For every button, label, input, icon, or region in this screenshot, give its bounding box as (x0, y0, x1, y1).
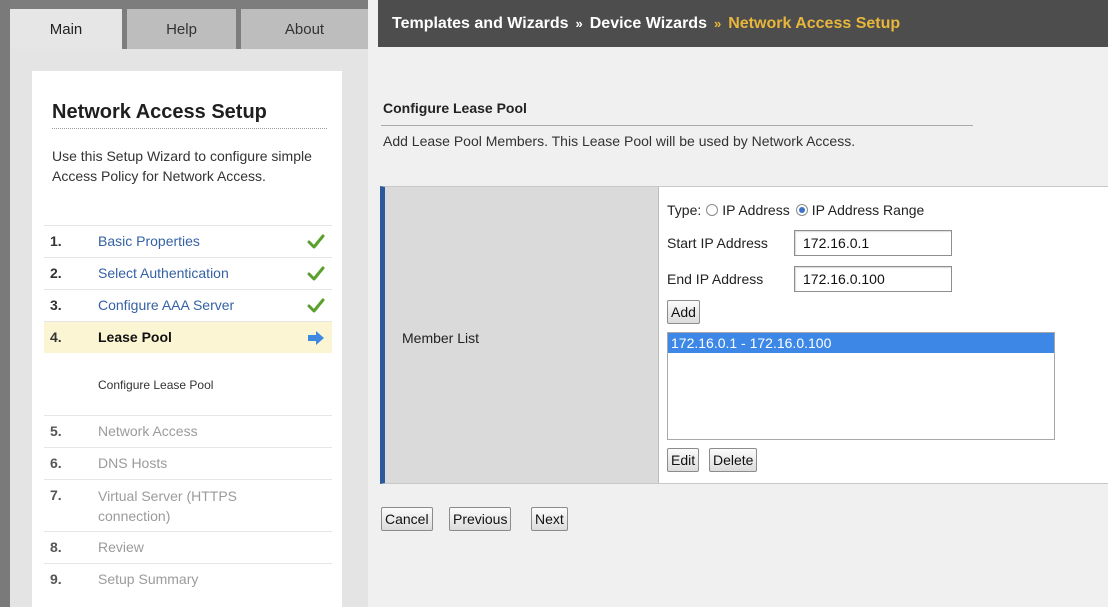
tab-about[interactable]: About (241, 9, 368, 49)
breadcrumb-current: Network Access Setup (728, 15, 901, 32)
radio-ip-address-range-label[interactable]: IP Address Range (812, 202, 925, 218)
breadcrumb-device-wizards[interactable]: Device Wizards (590, 15, 707, 32)
step-label: DNS Hosts (98, 455, 168, 471)
step-number: 1. (50, 233, 62, 249)
check-icon (307, 298, 325, 313)
tab-bar: Main Help About (10, 0, 368, 49)
end-ip-label: End IP Address (667, 271, 764, 287)
step-label: Virtual Server (HTTPS connection) (98, 488, 237, 524)
edit-button[interactable]: Edit (667, 448, 700, 472)
left-panel: Main Help About Network Access Setup Use… (10, 0, 368, 607)
section-divider (381, 125, 973, 126)
wizard-step-configure-aaa-server[interactable]: 3. Configure AAA Server (44, 289, 332, 321)
end-ip-input[interactable] (794, 266, 952, 292)
step-label[interactable]: Basic Properties (98, 233, 200, 249)
previous-button[interactable]: Previous (449, 507, 512, 531)
wizard-step-select-authentication[interactable]: 2. Select Authentication (44, 257, 332, 289)
check-icon (307, 266, 325, 281)
wizard-step-setup-summary: 9. Setup Summary (44, 563, 332, 595)
member-list-form: Member List Type: IP Address IP Address … (380, 186, 1108, 484)
radio-ip-address-label[interactable]: IP Address (722, 202, 789, 218)
start-ip-label: Start IP Address (667, 235, 768, 251)
step-number: 5. (50, 423, 62, 439)
breadcrumb-templates-and-wizards[interactable]: Templates and Wizards (392, 15, 569, 32)
wizard-step-lease-pool[interactable]: 4. Lease Pool (44, 321, 332, 353)
member-list-label: Member List (402, 330, 480, 346)
delete-button[interactable]: Delete (709, 448, 758, 472)
start-ip-input[interactable] (794, 230, 952, 256)
step-number: 4. (50, 329, 62, 345)
cancel-button[interactable]: Cancel (381, 507, 433, 531)
breadcrumb: Templates and Wizards » Device Wizards » Net… (378, 0, 1108, 47)
tab-main[interactable]: Main (10, 9, 122, 49)
step-number: 3. (50, 297, 62, 313)
step-label[interactable]: Configure AAA Server (98, 297, 234, 313)
member-list-editor: Type: IP Address IP Address Range Start … (658, 187, 1108, 483)
type-label: Type: (667, 202, 702, 218)
type-selector: Type: IP Address IP Address Range (667, 202, 924, 218)
step-label: Network Access (98, 423, 198, 439)
wizard-step-network-access: 5. Network Access (44, 415, 332, 447)
tab-help[interactable]: Help (127, 9, 236, 49)
window-edge (0, 0, 10, 607)
wizard-step-basic-properties[interactable]: 1. Basic Properties (44, 225, 332, 257)
next-button[interactable]: Next (531, 507, 568, 531)
wizard-step-review: 8. Review (44, 531, 332, 563)
step-label: Setup Summary (98, 571, 199, 587)
step-number: 2. (50, 265, 62, 281)
member-listbox[interactable]: 172.16.0.1 - 172.16.0.100 (667, 332, 1055, 440)
wizard-step-dns-hosts: 6. DNS Hosts (44, 447, 332, 479)
step-number: 8. (50, 539, 62, 555)
radio-ip-address[interactable] (706, 204, 719, 216)
step-number: 6. (50, 455, 62, 471)
breadcrumb-separator: » (575, 16, 583, 31)
list-item[interactable]: 172.16.0.1 - 172.16.0.100 (668, 333, 1054, 353)
radio-ip-address-range[interactable] (795, 204, 808, 216)
step-label: Lease Pool (98, 329, 172, 345)
sub-step-configure-lease-pool: Configure Lease Pool (98, 378, 214, 392)
breadcrumb-separator: » (713, 16, 722, 31)
wizard-title: Network Access Setup (52, 101, 267, 123)
wizard-panel: Network Access Setup Use this Setup Wiza… (32, 71, 342, 607)
add-button[interactable]: Add (667, 300, 700, 324)
arrow-right-icon (308, 331, 324, 345)
step-number: 9. (50, 571, 62, 587)
wizard-description: Use this Setup Wizard to configure simpl… (52, 148, 312, 184)
wizard-step-virtual-server: 7. Virtual Server (HTTPS connection) (44, 479, 332, 531)
check-icon (307, 234, 325, 249)
section-title: Configure Lease Pool (383, 100, 527, 116)
section-description: Add Lease Pool Members. This Lease Pool … (383, 133, 856, 149)
step-number: 7. (50, 487, 62, 503)
title-divider (52, 128, 327, 129)
step-label: Review (98, 539, 144, 555)
step-label[interactable]: Select Authentication (98, 265, 229, 281)
